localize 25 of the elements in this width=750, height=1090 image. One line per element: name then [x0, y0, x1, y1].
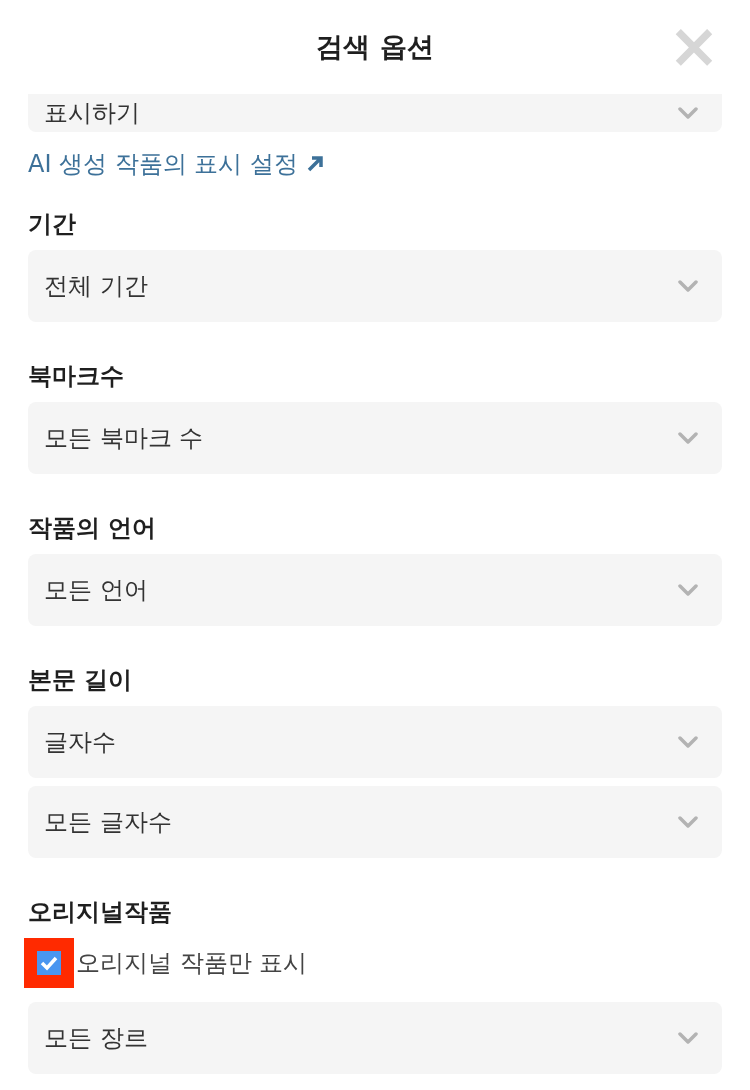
chevron-down-icon [678, 816, 698, 828]
section-label: 작품의 언어 [28, 513, 158, 544]
section-label: 오리지널작품 [28, 897, 173, 928]
checkbox[interactable] [24, 938, 74, 988]
section-label: 기간 [28, 209, 77, 240]
dialog-title: 검색 옵션 [316, 29, 434, 64]
dropdown[interactable]: 전체 기간 [28, 250, 722, 322]
chevron-down-icon [678, 1032, 698, 1044]
dropdown[interactable]: 표시하기 [28, 94, 722, 132]
section-label: 북마크수 [28, 361, 125, 392]
arrow-up-right-icon [306, 155, 324, 173]
chevron-down-icon [678, 280, 698, 292]
dropdown[interactable]: 모든 언어 [28, 554, 722, 626]
section-label: 본문 길이 [28, 665, 134, 696]
dropdown[interactable]: 모든 글자수 [28, 786, 722, 858]
chevron-down-icon [678, 107, 698, 119]
dropdown[interactable]: 모든 북마크 수 [28, 402, 722, 474]
dropdown[interactable]: 글자수 [28, 706, 722, 778]
checkbox-label: 오리지널 작품만 표시 [76, 948, 308, 979]
chevron-down-icon [678, 432, 698, 444]
chevron-down-icon [678, 584, 698, 596]
dropdown[interactable]: 모든 장르 [28, 1002, 722, 1074]
chevron-down-icon [678, 736, 698, 748]
checkmark-icon [37, 951, 61, 975]
ai-settings-link[interactable]: AI 생성 작품의 표시 설정 [28, 146, 324, 182]
